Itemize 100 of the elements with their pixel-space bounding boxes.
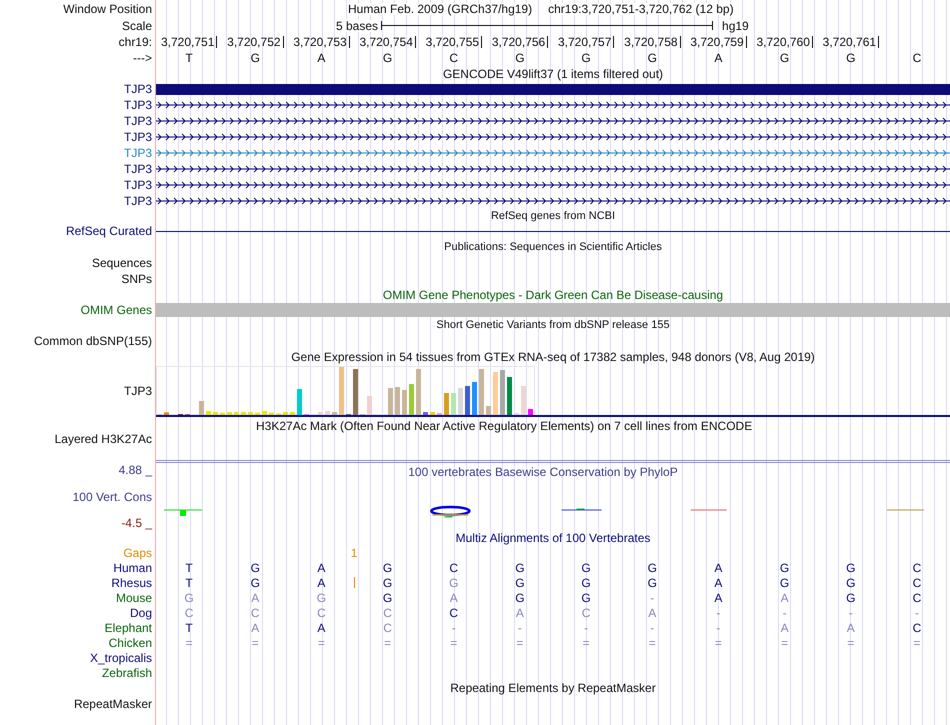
track-label[interactable]: Layered H3K27Ac — [54, 433, 152, 445]
position-text: 3,720,754 — [354, 36, 416, 48]
intron-line[interactable] — [156, 166, 950, 172]
base-letter: G — [846, 52, 856, 64]
aligned-base: - — [848, 606, 853, 618]
aligned-base: - — [782, 606, 787, 618]
aligned-base: G — [581, 576, 591, 588]
expression-bars-drawing[interactable] — [156, 366, 535, 415]
aligned-base: G — [449, 576, 458, 588]
aligned-base: C — [912, 576, 922, 588]
aligned-base: - — [914, 606, 919, 618]
exon-bar[interactable] — [156, 84, 950, 94]
position-text: 3,720,760 — [751, 36, 813, 48]
aligned-base: - — [716, 606, 720, 618]
assembly-name: Human Feb. 2009 (GRCh37/hg19) — [348, 2, 532, 14]
aligned-base: - — [650, 622, 654, 634]
gene-label[interactable]: TJP3 — [124, 99, 152, 111]
intron-line[interactable] — [156, 118, 950, 124]
aligned-base: C — [184, 606, 194, 618]
track-title: Multiz Alignments of 100 Vertebrates — [456, 532, 650, 544]
track-label[interactable]: Common dbSNP(155) — [34, 335, 152, 347]
base-letter: A — [317, 52, 326, 64]
aligned-base: C — [912, 622, 922, 634]
aligned-base: = — [714, 636, 722, 648]
aligned-base: = — [516, 636, 524, 648]
track-label: Gaps — [123, 546, 152, 558]
intron-line[interactable] — [156, 134, 950, 140]
aligned-base: = — [450, 636, 458, 648]
track-label: Window Position — [63, 2, 152, 14]
aligned-base: = — [384, 636, 392, 648]
aligned-base: = — [252, 636, 259, 648]
position-text: 3,720,758 — [619, 36, 681, 48]
track-label[interactable]: OMIM Genes — [80, 304, 152, 316]
aligned-base: C — [912, 562, 922, 574]
intron-line[interactable] — [156, 182, 950, 188]
track-label[interactable]: SNPs — [121, 273, 152, 285]
track-label[interactable]: 100 Vert. Cons — [72, 490, 152, 502]
position-text: 3,720,761 — [818, 36, 880, 48]
aligned-base: = — [781, 636, 788, 648]
gene-label[interactable]: TJP3 — [124, 195, 152, 207]
gene-label[interactable]: TJP3 — [124, 385, 152, 397]
aligned-base: T — [185, 562, 193, 574]
aligned-base: A — [317, 622, 326, 634]
aligned-base: A — [317, 576, 326, 588]
assembly-name: hg19 — [722, 20, 749, 32]
gene-label[interactable]: TJP3 — [124, 163, 152, 175]
aligned-base: C — [449, 606, 458, 618]
track-title: Short Genetic Variants from dbSNP release 155 — [436, 320, 670, 330]
position-text: chr19:3,720,751-3,720,762 (12 bp) — [548, 2, 734, 14]
aligned-base: C — [383, 622, 392, 634]
aligned-base: C — [250, 606, 260, 618]
aligned-base: A — [714, 576, 722, 588]
aligned-base: A — [714, 562, 722, 574]
species-label: Rhesus — [111, 576, 152, 588]
track-label[interactable]: RepeatMasker — [74, 698, 152, 710]
base-letter: G — [382, 52, 392, 64]
aligned-base: A — [714, 592, 722, 604]
aligned-base: G — [250, 576, 260, 588]
aligned-base: A — [780, 622, 789, 634]
gene-label[interactable]: TJP3 — [124, 115, 152, 127]
base-letter: T — [185, 52, 193, 64]
aligned-base: - — [452, 622, 456, 634]
track-title: Repeating Elements by RepeatMasker — [450, 682, 656, 694]
intron-line[interactable] — [156, 198, 950, 204]
species-label: Elephant — [104, 622, 152, 634]
position-text: 3,720,751 — [156, 36, 218, 48]
gene-label[interactable]: TJP3 — [124, 147, 152, 159]
base-letter: G — [648, 52, 657, 64]
aligned-base: = — [847, 636, 854, 648]
aligned-base: G — [316, 592, 326, 604]
aligned-base: G — [382, 562, 392, 574]
gene-label[interactable]: TJP3 — [124, 131, 152, 143]
aligned-base: G — [846, 576, 856, 588]
axis-min-label: -4.5 _ — [121, 517, 152, 529]
species-label: Human — [113, 562, 152, 574]
gene-line[interactable] — [156, 230, 950, 232]
aligned-base: G — [515, 576, 525, 588]
aligned-base: - — [518, 622, 522, 634]
aligned-base: G — [184, 592, 194, 604]
strand-label[interactable]: ---> — [133, 52, 152, 64]
aligned-base: G — [382, 592, 392, 604]
aligned-base: C — [912, 592, 922, 604]
intron-line[interactable] — [156, 102, 950, 108]
gene-label[interactable]: TJP3 — [124, 83, 152, 95]
aligned-base: A — [251, 592, 260, 604]
aligned-base: - — [584, 622, 588, 634]
aligned-base: = — [913, 636, 920, 648]
track-label[interactable]: RefSeq Curated — [66, 225, 152, 237]
aligned-base: G — [648, 562, 657, 574]
gene-label[interactable]: TJP3 — [124, 179, 152, 191]
track-label[interactable]: Sequences — [92, 257, 152, 269]
species-label: Dog — [130, 606, 152, 618]
aligned-base: = — [186, 636, 193, 648]
aligned-base: T — [185, 622, 193, 634]
aligned-base: T — [185, 576, 193, 588]
base-letter: G — [581, 52, 591, 64]
aligned-base: A — [317, 562, 326, 574]
position-text: 3,720,755 — [420, 36, 482, 48]
track-label: Scale — [122, 20, 152, 32]
track-title: H3K27Ac Mark (Often Found Near Active Regulatory Elements) on 7 cell lines from ENCODE — [256, 418, 752, 432]
